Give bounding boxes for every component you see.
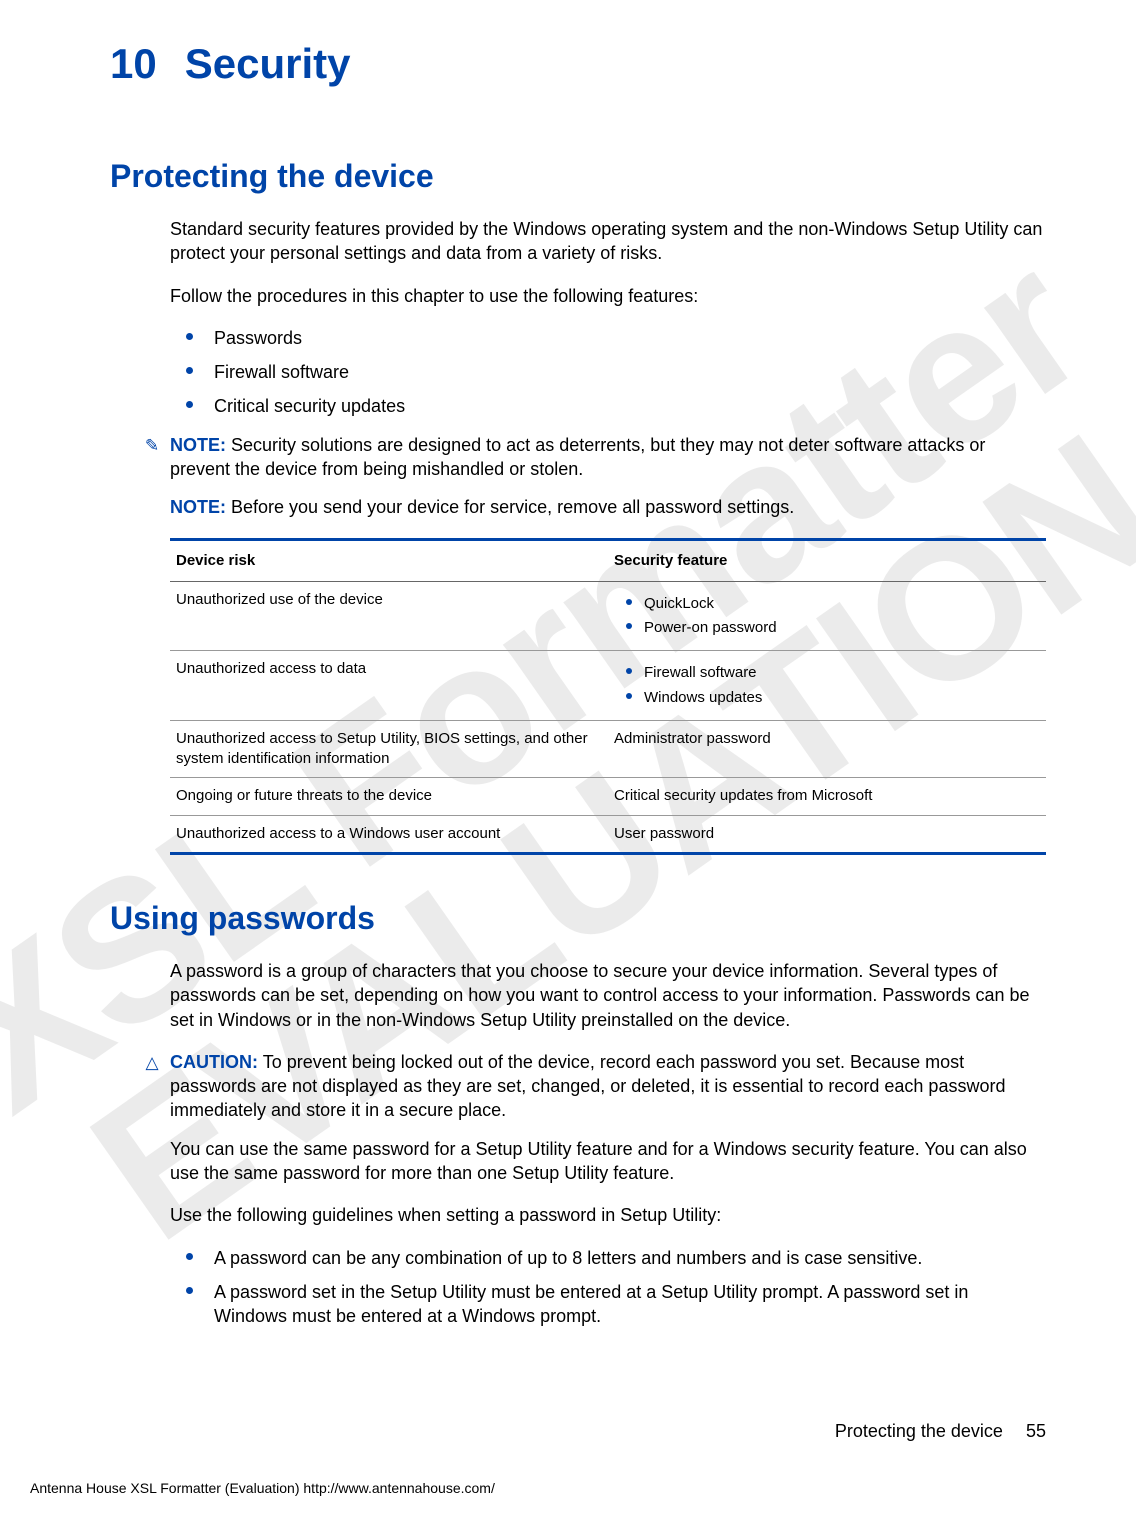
page-number: 55 <box>1026 1421 1046 1441</box>
para: A password is a group of characters that… <box>170 959 1046 1032</box>
para: Standard security features provided by t… <box>170 217 1046 266</box>
col-header-feature: Security feature <box>608 539 1046 581</box>
cell-feature: Administrator password <box>608 720 1046 778</box>
chapter-number: 10 <box>110 40 157 88</box>
list-item: Firewall software <box>170 360 1046 384</box>
caution-text: To prevent being locked out of the devic… <box>170 1052 1005 1121</box>
list-item-label: A password set in the Setup Utility must… <box>214 1282 968 1326</box>
risk-table: Device risk Security feature Unauthorize… <box>170 538 1046 855</box>
table-row: Unauthorized access to Setup Utility, BI… <box>170 720 1046 778</box>
para: Use the following guidelines when settin… <box>170 1203 1046 1227</box>
list-item: Power-on password <box>614 618 1040 638</box>
section-passwords-heading: Using passwords <box>110 900 1046 937</box>
list-item-label: Firewall software <box>214 362 349 382</box>
list-item-label: Passwords <box>214 328 302 348</box>
table-row: Unauthorized use of the device QuickLock… <box>170 581 1046 651</box>
list-item: Critical security updates <box>170 394 1046 418</box>
section-passwords-body: A password is a group of characters that… <box>170 959 1046 1329</box>
cell-risk: Unauthorized access to data <box>170 651 608 721</box>
caution-icon: △ <box>142 1052 162 1075</box>
note-text: Before you send your device for service,… <box>231 497 794 517</box>
cell-risk: Unauthorized access to a Windows user ac… <box>170 815 608 853</box>
cell-risk: Ongoing or future threats to the device <box>170 778 608 815</box>
table-row: Unauthorized access to a Windows user ac… <box>170 815 1046 853</box>
cell-feature: Firewall software Windows updates <box>608 651 1046 721</box>
page: XSL Formatter EVALUATION 10Security Prot… <box>0 0 1136 1522</box>
content: 10 Security Protecting the device Standar… <box>110 40 1046 1328</box>
list-item-label: Firewall software <box>644 664 757 681</box>
section-protecting-heading: Protecting the device <box>110 158 1046 195</box>
cell-feature: QuickLock Power-on password <box>608 581 1046 651</box>
list-item-label: Power-on password <box>644 619 777 636</box>
chapter-title: Security <box>185 40 351 87</box>
table-row: Unauthorized access to data Firewall sof… <box>170 651 1046 721</box>
feature-bullets: Passwords Firewall software Critical sec… <box>170 326 1046 419</box>
cell-feature: Critical security updates from Microsoft <box>608 778 1046 815</box>
list-item: QuickLock <box>614 594 1040 614</box>
list-item: A password can be any combination of up … <box>170 1246 1046 1270</box>
footer-credit: Antenna House XSL Formatter (Evaluation)… <box>30 1480 495 1496</box>
cell-risk: Unauthorized access to Setup Utility, BI… <box>170 720 608 778</box>
note-callout: NOTE: Before you send your device for se… <box>170 495 1046 519</box>
para: Follow the procedures in this chapter to… <box>170 284 1046 308</box>
list-item: Passwords <box>170 326 1046 350</box>
table-header-row: Device risk Security feature <box>170 539 1046 581</box>
list-item-label: Windows updates <box>644 689 762 706</box>
para: You can use the same password for a Setu… <box>170 1137 1046 1186</box>
list-item: Windows updates <box>614 688 1040 708</box>
note-label: NOTE: <box>170 497 226 517</box>
list-item-label: A password can be any combination of up … <box>214 1248 922 1268</box>
note-icon: ✎ <box>142 435 162 458</box>
footer-right: Protecting the device 55 <box>835 1421 1046 1442</box>
list-item: A password set in the Setup Utility must… <box>170 1280 1046 1329</box>
table-row: Ongoing or future threats to the device … <box>170 778 1046 815</box>
caution-callout: △ CAUTION: To prevent being locked out o… <box>142 1050 1046 1123</box>
section-protecting-body: Standard security features provided by t… <box>170 217 1046 855</box>
note-label: NOTE: <box>170 435 226 455</box>
note-text: Security solutions are designed to act a… <box>170 435 985 479</box>
col-header-risk: Device risk <box>170 539 608 581</box>
list-item: Firewall software <box>614 663 1040 683</box>
cell-risk: Unauthorized use of the device <box>170 581 608 651</box>
list-item-label: QuickLock <box>644 595 714 612</box>
guidelines-bullets: A password can be any combination of up … <box>170 1246 1046 1329</box>
list-item-label: Critical security updates <box>214 396 405 416</box>
cell-feature: User password <box>608 815 1046 853</box>
chapter-heading: 10 Security <box>110 40 1046 88</box>
footer-section: Protecting the device <box>835 1421 1003 1441</box>
note-callout: ✎ NOTE: Security solutions are designed … <box>142 433 1046 482</box>
caution-label: CAUTION: <box>170 1052 258 1072</box>
